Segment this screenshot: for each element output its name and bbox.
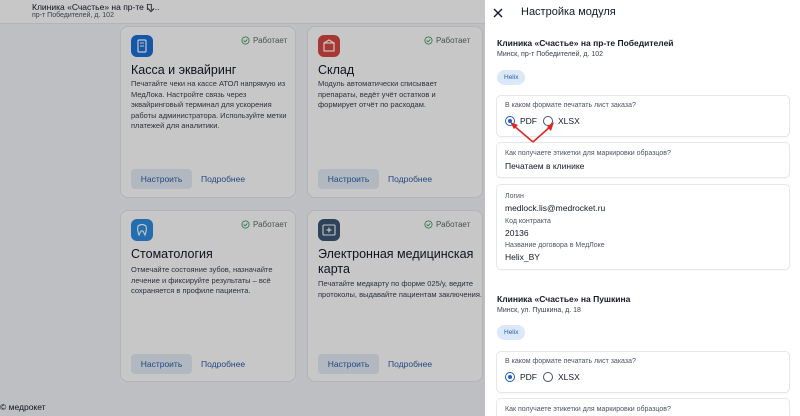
agreement-name-label: Название договора в МедЛоке	[505, 242, 605, 249]
contract-code-input[interactable]: 20136	[505, 228, 529, 238]
labels-method-label: Как получаете этикетки для маркировки об…	[505, 406, 671, 413]
radio-xlsx-circle[interactable]	[543, 372, 553, 382]
radio-pdf-circle[interactable]	[505, 372, 515, 382]
labels-method-field[interactable]: Как получаете этикетки для маркировки об…	[497, 399, 789, 416]
lab-chip: Helix	[497, 70, 526, 85]
radio-xlsx-label: XLSX	[558, 372, 580, 382]
print-format-label: В каком формате печатать лист заказа?	[505, 358, 636, 365]
credentials-field-group: Логин medlock.lis@medrocket.ru Код контр…	[497, 185, 789, 269]
agreement-name-input[interactable]: Helix_BY	[505, 252, 540, 262]
labels-method-label: Как получаете этикетки для маркировки об…	[505, 150, 671, 157]
radio-xlsx[interactable]: XLSX	[543, 372, 580, 382]
print-format-label: В каком формате печатать лист заказа?	[505, 102, 636, 109]
clinic-section-address: Минск, ул. Пушкина, д. 18	[497, 307, 581, 314]
contract-code-label: Код контракта	[505, 218, 551, 225]
radio-pdf[interactable]: PDF	[505, 372, 537, 382]
radio-pdf-label: PDF	[520, 372, 537, 382]
login-input[interactable]: medlock.lis@medrocket.ru	[505, 203, 605, 213]
radio-pdf-label: PDF	[520, 116, 537, 126]
print-format-field: В каком формате печатать лист заказа? PD…	[497, 96, 789, 136]
panel-header: Настройка модуля	[485, 0, 800, 26]
labels-method-field[interactable]: Как получаете этикетки для маркировки об…	[497, 143, 789, 177]
radio-xlsx-circle[interactable]	[543, 116, 553, 126]
radio-xlsx-label: XLSX	[558, 116, 580, 126]
login-label: Логин	[505, 193, 524, 200]
radio-pdf[interactable]: PDF	[505, 116, 537, 126]
panel-title: Настройка модуля	[521, 6, 616, 18]
radio-pdf-circle[interactable]	[505, 116, 515, 126]
clinic-section-address: Минск, пр-т Победителей, д. 102	[497, 51, 604, 58]
labels-method-value: Печатаем в клинике	[505, 161, 585, 171]
module-settings-panel: Настройка модуля Клиника «Счастье» на пр…	[485, 0, 800, 416]
radio-xlsx[interactable]: XLSX	[543, 116, 580, 126]
clinic-section-title: Клиника «Счастье» на пр-те Победителей	[497, 38, 674, 48]
close-icon[interactable]	[491, 6, 505, 20]
clinic-section-title: Клиника «Счастье» на Пушкина	[497, 294, 631, 304]
lab-chip: Helix	[497, 325, 526, 340]
print-format-field: В каком формате печатать лист заказа? PD…	[497, 352, 789, 392]
